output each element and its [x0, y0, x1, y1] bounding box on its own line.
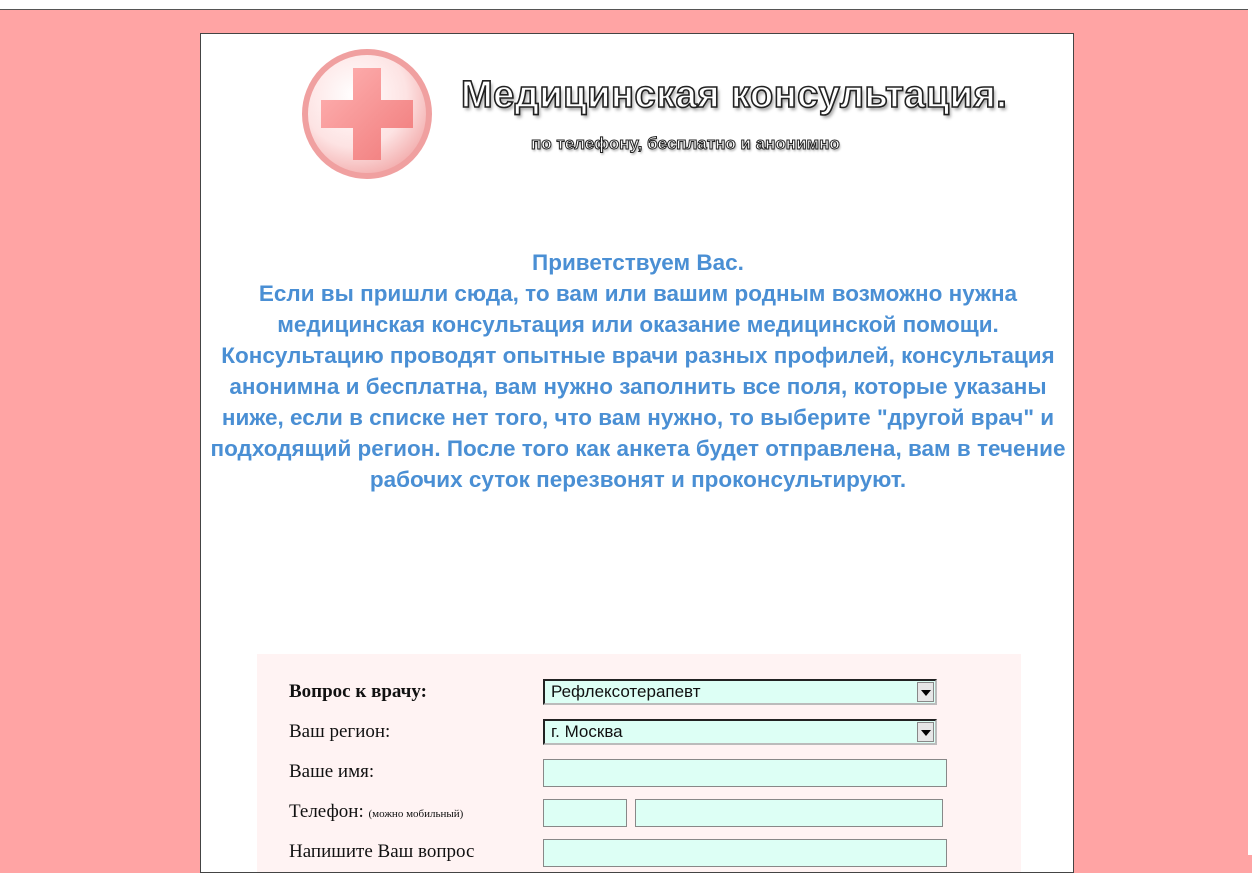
chevron-down-icon[interactable] [917, 682, 934, 702]
browser-top-edge [0, 0, 1252, 10]
welcome-greeting: Приветствуем Вас. [532, 250, 744, 275]
phone-row: Телефон: (можно мобильный) [257, 794, 1021, 828]
phone-code-input[interactable] [543, 799, 627, 827]
doctor-select-value: Рефлексотерапевт [551, 682, 701, 701]
chevron-down-icon[interactable] [917, 722, 934, 742]
phone-hint: (можно мобильный) [368, 808, 464, 820]
site-subtitle: по телефону, бесплатно и анонимно [531, 134, 841, 154]
consultation-form: Вопрос к врачу: Рефлексотерапевт Ваш рег… [257, 654, 1021, 872]
name-label: Ваше имя: [289, 761, 375, 782]
name-input[interactable] [543, 759, 947, 787]
region-row: Ваш регион: г. Москва [257, 714, 1021, 748]
phone-number-input[interactable] [635, 799, 943, 827]
region-label: Ваш регион: [289, 721, 391, 742]
page-container: Медицинская консультация. по телефону, б… [200, 33, 1074, 873]
question-row: Напишите Ваш вопрос [257, 834, 1021, 868]
name-row: Ваше имя: [257, 754, 1021, 788]
doctor-row: Вопрос к врачу: Рефлексотерапевт [257, 674, 1021, 708]
browser-right-edge [1248, 0, 1252, 855]
doctor-select[interactable]: Рефлексотерапевт [543, 679, 937, 705]
region-select-value: г. Москва [551, 722, 623, 741]
question-input[interactable] [543, 839, 947, 867]
welcome-message: Приветствуем Вас. Если вы пришли сюда, т… [201, 247, 1073, 495]
phone-label-text: Телефон: [289, 801, 364, 822]
question-label: Напишите Ваш вопрос [289, 841, 475, 862]
phone-label: Телефон: (можно мобильный) [289, 801, 463, 823]
welcome-text: Если вы пришли сюда, то вам или вашим ро… [210, 281, 1066, 492]
region-select[interactable]: г. Москва [543, 719, 937, 745]
doctor-label: Вопрос к врачу: [289, 681, 427, 702]
red-cross-icon [302, 49, 432, 179]
site-title: Медицинская консультация. [460, 73, 1008, 117]
